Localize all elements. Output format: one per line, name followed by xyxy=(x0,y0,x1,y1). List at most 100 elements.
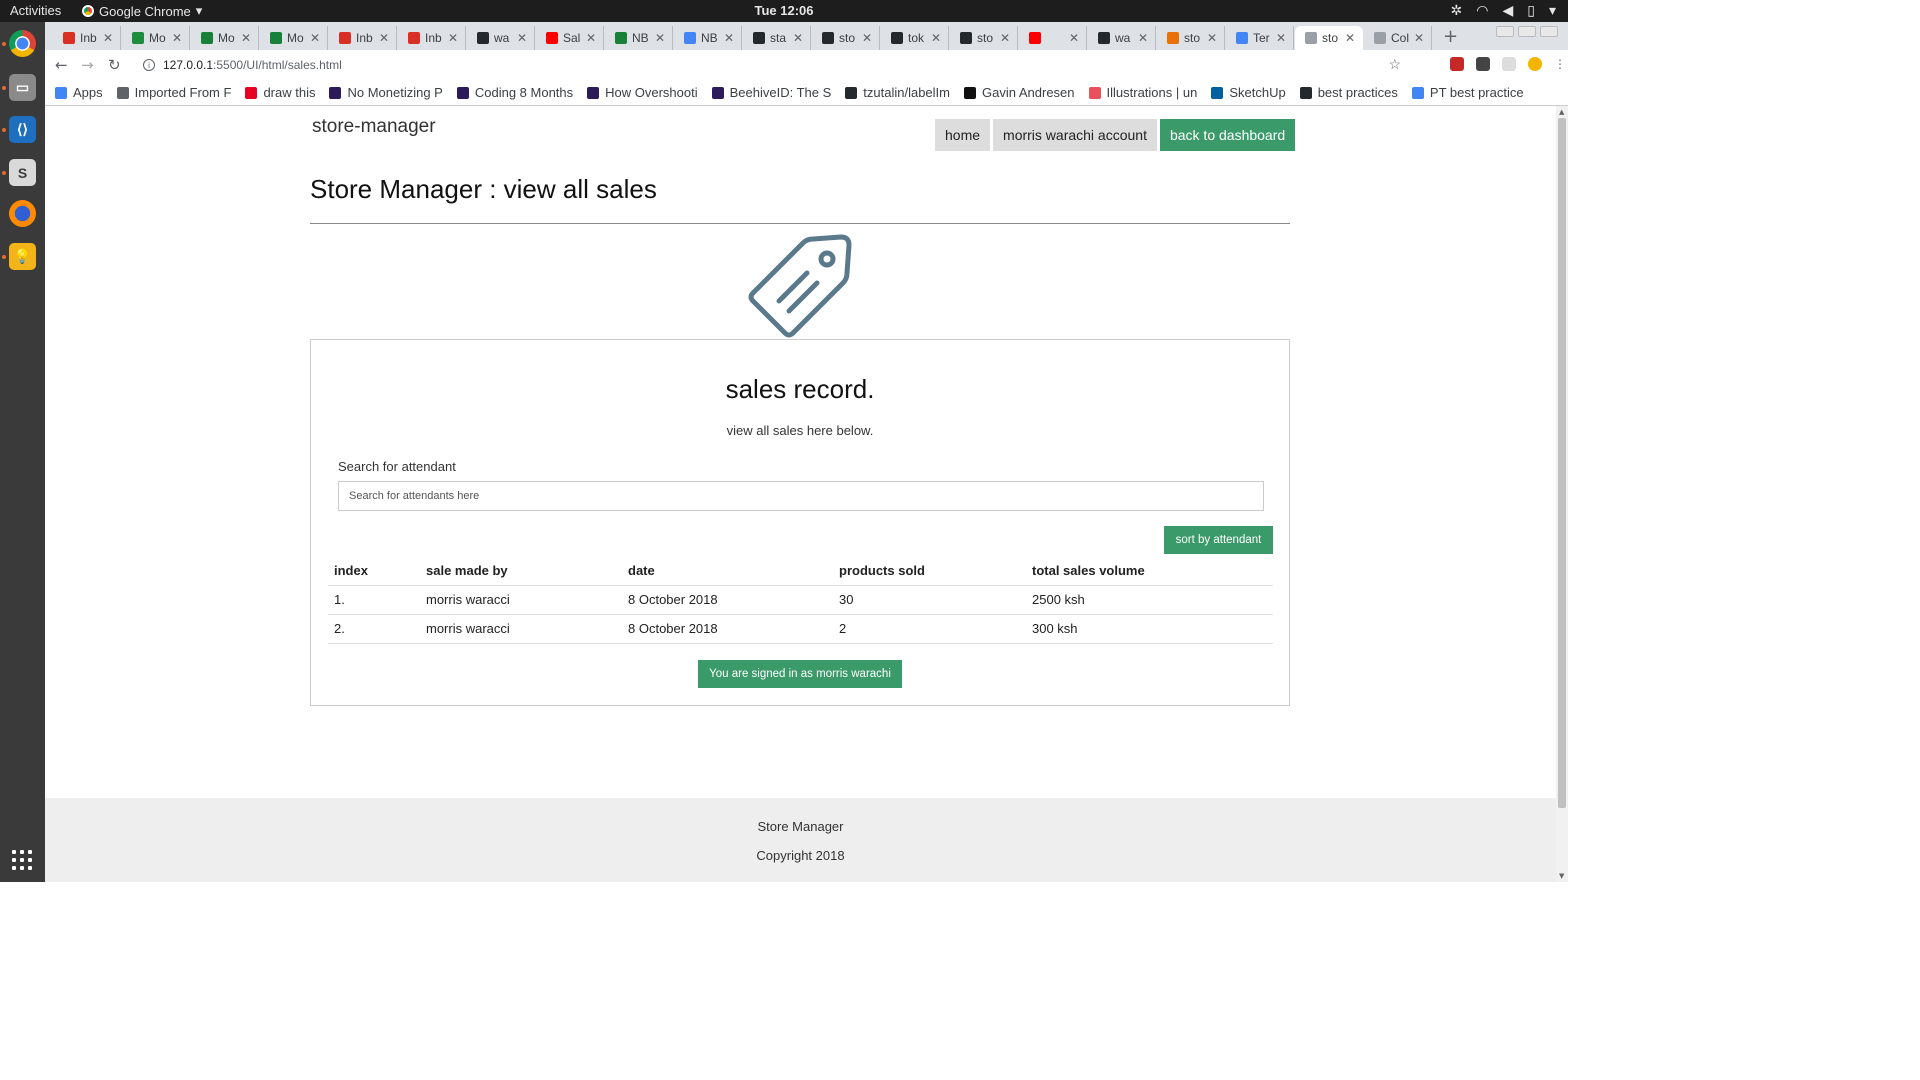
bookmark-item[interactable]: How Overshooti xyxy=(587,85,698,100)
bookmark-item[interactable]: draw this xyxy=(245,85,315,100)
bookmark-item[interactable]: PT best practice xyxy=(1411,85,1524,100)
wifi-icon[interactable]: ◠ xyxy=(1476,2,1488,19)
extension-icon[interactable] xyxy=(1476,57,1490,71)
back-icon[interactable]: ← xyxy=(55,56,68,74)
tab-close-icon[interactable]: ✕ xyxy=(586,31,596,45)
nav-home-button[interactable]: home xyxy=(935,119,991,151)
browser-tab[interactable]: sto ✕ xyxy=(950,26,1018,50)
browser-tab[interactable]: Col ✕ xyxy=(1364,26,1432,50)
firefox-launcher-icon[interactable] xyxy=(9,200,36,227)
page-scrollbar[interactable]: ▲ ▼ xyxy=(1556,106,1568,882)
bookmark-item[interactable]: No Monetizing P xyxy=(329,85,443,100)
files-launcher-icon[interactable]: ▭ xyxy=(9,74,36,101)
address-bar[interactable]: i 127.0.0.1 :5500/UI/html/sales.html ☆ xyxy=(133,53,1413,77)
browser-tab[interactable]: Inb ✕ xyxy=(329,26,397,50)
idea-launcher-icon[interactable]: 💡 xyxy=(9,243,36,270)
browser-tab[interactable]: Ter ✕ xyxy=(1226,26,1294,50)
bookmark-item[interactable]: Apps xyxy=(55,85,103,100)
system-tray[interactable]: ✲ ◠ ◀ ▯ ▾ xyxy=(1451,2,1556,19)
vscode-launcher-icon[interactable]: ⟨⟩ xyxy=(9,116,36,143)
bookmark-item[interactable]: tzutalin/labelIm xyxy=(845,85,950,100)
tab-close-icon[interactable]: ✕ xyxy=(655,31,665,45)
tab-close-icon[interactable]: ✕ xyxy=(724,31,734,45)
browser-tab[interactable]: tok ✕ xyxy=(881,26,949,50)
scrollbar-thumb[interactable] xyxy=(1558,118,1566,808)
bookmark-item[interactable]: Illustrations | un xyxy=(1088,85,1197,100)
tab-close-icon[interactable]: ✕ xyxy=(517,31,527,45)
bookmark-item[interactable]: best practices xyxy=(1299,85,1398,100)
browser-tab[interactable]: Inb ✕ xyxy=(398,26,466,50)
browser-tab[interactable]: sto ✕ xyxy=(1157,26,1225,50)
tab-close-icon[interactable]: ✕ xyxy=(1276,31,1286,45)
browser-tab[interactable]: sto ✕ xyxy=(1295,26,1363,50)
clock[interactable]: Tue 12:06 xyxy=(0,3,1568,18)
bookmark-item[interactable]: Imported From F xyxy=(116,85,231,100)
profile-avatar[interactable] xyxy=(1528,57,1542,71)
browser-tab[interactable]: NB ✕ xyxy=(674,26,742,50)
tab-close-icon[interactable]: ✕ xyxy=(931,31,941,45)
tab-close-icon[interactable]: ✕ xyxy=(1069,31,1079,45)
extension-icon[interactable] xyxy=(1502,57,1516,71)
bookmark-star-icon[interactable]: ☆ xyxy=(1388,56,1401,73)
bookmark-item[interactable]: SketchUp xyxy=(1211,85,1286,100)
cell-products-sold: 30 xyxy=(833,584,1026,614)
menu-kebab-icon[interactable]: ⋮ xyxy=(1554,57,1566,71)
bookmark-favicon-icon xyxy=(1211,86,1224,99)
card-subheading: view all sales here below. xyxy=(726,423,874,438)
close-window-button[interactable] xyxy=(1540,26,1558,37)
reload-icon[interactable]: ↻ xyxy=(108,56,121,74)
nav-account-button[interactable]: morris warachi account xyxy=(993,119,1157,151)
bookmark-favicon-icon xyxy=(845,86,858,99)
tab-close-icon[interactable]: ✕ xyxy=(1000,31,1010,45)
chevron-down-icon[interactable]: ▾ xyxy=(1549,2,1556,19)
column-header-total-sales-volume: total sales volume xyxy=(1032,562,1145,578)
search-attendant-input[interactable] xyxy=(338,481,1264,511)
tab-label: sta xyxy=(770,31,787,45)
browser-tab[interactable]: Inb ✕ xyxy=(53,26,121,50)
bookmark-item[interactable]: BeehiveID: The S xyxy=(711,85,831,100)
tab-close-icon[interactable]: ✕ xyxy=(1138,31,1148,45)
browser-tab[interactable]: Sal ✕ xyxy=(536,26,604,50)
tab-close-icon[interactable]: ✕ xyxy=(241,31,251,45)
battery-icon[interactable]: ▯ xyxy=(1527,2,1535,19)
tab-close-icon[interactable]: ✕ xyxy=(310,31,320,45)
tab-close-icon[interactable]: ✕ xyxy=(172,31,182,45)
show-applications-icon[interactable] xyxy=(12,850,32,870)
browser-tab[interactable]: sto ✕ xyxy=(812,26,880,50)
tab-close-icon[interactable]: ✕ xyxy=(862,31,872,45)
tab-close-icon[interactable]: ✕ xyxy=(1207,31,1217,45)
bookmark-item[interactable]: Coding 8 Months xyxy=(456,85,573,100)
browser-tab[interactable]: sta ✕ xyxy=(743,26,811,50)
tab-close-icon[interactable]: ✕ xyxy=(448,31,458,45)
tab-close-icon[interactable]: ✕ xyxy=(1414,31,1424,45)
back-to-dashboard-button[interactable]: back to dashboard xyxy=(1159,119,1296,151)
minimize-button[interactable] xyxy=(1496,26,1514,37)
tab-close-icon[interactable]: ✕ xyxy=(103,31,113,45)
scroll-up-icon[interactable]: ▲ xyxy=(1559,108,1564,116)
sort-by-attendant-button[interactable]: sort by attendant xyxy=(1164,526,1273,554)
volume-icon[interactable]: ◀ xyxy=(1502,2,1513,19)
slack-launcher-icon[interactable]: S xyxy=(9,159,36,186)
browser-tab[interactable]: NB ✕ xyxy=(605,26,673,50)
bookmark-item[interactable]: Gavin Andresen xyxy=(964,85,1075,100)
info-icon[interactable]: i xyxy=(143,59,155,71)
table-row: 1. morris waracci 8 October 2018 30 2500… xyxy=(328,584,1273,614)
new-tab-button[interactable]: + xyxy=(1443,26,1458,47)
browser-tab[interactable]: wa ✕ xyxy=(467,26,535,50)
site-brand[interactable]: store-manager xyxy=(312,116,436,138)
tab-close-icon[interactable]: ✕ xyxy=(379,31,389,45)
settings-icon[interactable]: ✲ xyxy=(1451,2,1463,19)
chrome-launcher-icon[interactable] xyxy=(9,30,36,57)
browser-tab[interactable]: wa ✕ xyxy=(1088,26,1156,50)
maximize-button[interactable] xyxy=(1518,26,1536,37)
tab-close-icon[interactable]: ✕ xyxy=(793,31,803,45)
browser-tab[interactable]: Mo ✕ xyxy=(191,26,259,50)
extension-icon[interactable] xyxy=(1450,57,1464,71)
scroll-down-icon[interactable]: ▼ xyxy=(1559,872,1564,880)
browser-tab[interactable]: Mo ✕ xyxy=(122,26,190,50)
forward-icon[interactable]: → xyxy=(81,56,94,74)
browser-tab[interactable]: ✕ xyxy=(1019,26,1087,50)
tab-label: sto xyxy=(839,31,856,45)
browser-tab[interactable]: Mo ✕ xyxy=(260,26,328,50)
tab-close-icon[interactable]: ✕ xyxy=(1345,31,1355,45)
